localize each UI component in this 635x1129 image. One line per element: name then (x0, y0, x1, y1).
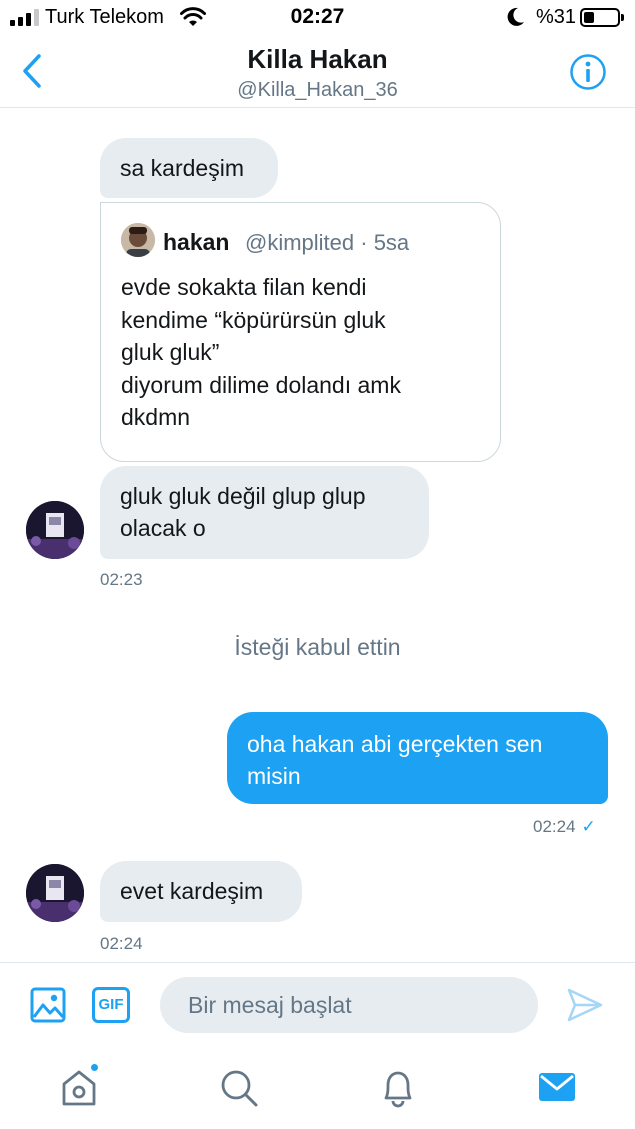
conversation-title[interactable]: Killa Hakan (0, 44, 635, 75)
message-text: oha hakan abi gerçekten sen misin (247, 731, 543, 789)
notification-dot (89, 1062, 100, 1073)
message-text: evet kardeşim (120, 878, 264, 904)
battery-percent: %31 (536, 6, 577, 28)
message-timestamp: 02:24 (100, 934, 143, 953)
quoted-author-avatar (121, 223, 155, 257)
info-icon[interactable] (569, 53, 607, 91)
message-bubble[interactable]: sa kardeşim (100, 138, 278, 198)
battery-icon (580, 8, 620, 27)
conversation-handle: @Killa_Hakan_36 (237, 79, 398, 101)
message-bubble[interactable]: evet kardeşim (100, 861, 302, 922)
messages-icon[interactable] (538, 1068, 576, 1106)
home-icon[interactable] (60, 1068, 98, 1108)
image-icon[interactable] (30, 987, 66, 1023)
message-text: gluk gluk değil glup glup olacak o (120, 483, 366, 541)
tab-bar (0, 1050, 635, 1129)
moon-icon (507, 7, 524, 26)
message-text: sa kardeşim (120, 155, 244, 181)
conversation-header: Killa Hakan @Killa_Hakan_36 (0, 36, 635, 108)
message-composer: GIF (0, 962, 635, 1050)
send-icon[interactable] (566, 987, 604, 1023)
quoted-author-name: hakan (163, 229, 230, 255)
message-timestamp: 02:23 (100, 570, 143, 589)
quoted-author-meta: @kimplited · 5sa (245, 230, 410, 255)
quoted-tweet-text: evde sokakta filan kendi kendime “köpürü… (121, 274, 401, 430)
status-bar: Turk Telekom 02:27 %31 (0, 0, 635, 36)
quoted-tweet-card[interactable]: hakan @kimplited · 5sa evde sokakta fila… (100, 202, 501, 462)
avatar[interactable] (26, 864, 84, 922)
system-message: İsteği kabul ettin (234, 634, 401, 660)
message-bubble[interactable]: oha hakan abi gerçekten sen misin (227, 712, 608, 804)
avatar[interactable] (26, 501, 84, 559)
notifications-icon[interactable] (380, 1068, 416, 1108)
read-check-icon: ✓ (581, 817, 596, 836)
search-icon[interactable] (219, 1068, 259, 1108)
message-timestamp: 02:24 ✓ (533, 817, 596, 836)
gif-button[interactable]: GIF (92, 987, 130, 1023)
message-bubble[interactable]: gluk gluk değil glup glup olacak o (100, 466, 429, 559)
message-input[interactable] (160, 977, 538, 1033)
